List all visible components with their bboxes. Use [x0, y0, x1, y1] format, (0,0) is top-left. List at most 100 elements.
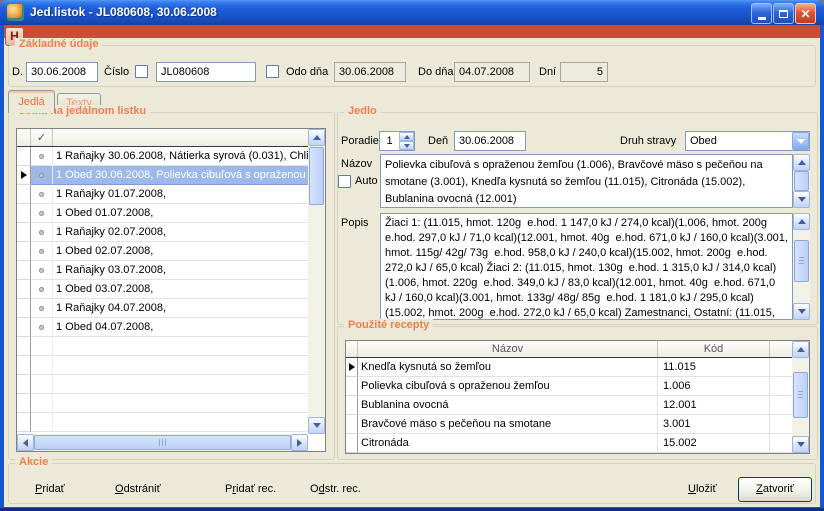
row-indicator — [346, 377, 358, 396]
list-item[interactable]: 1 Obed 04.07.2008, — [17, 318, 308, 337]
cell-nazov: Bublanina ovocná — [358, 396, 658, 415]
cislo-checkbox[interactable] — [135, 65, 148, 78]
pridat-button[interactable]: Pridať — [35, 481, 65, 497]
minimize-button[interactable] — [751, 3, 772, 24]
cislo-input[interactable] — [156, 62, 256, 82]
poradie-spinner[interactable]: 1 — [379, 131, 415, 151]
scroll-track[interactable] — [308, 146, 325, 417]
table-row[interactable]: Citronáda15.002 — [346, 434, 792, 453]
current-row-icon — [349, 363, 355, 371]
maximize-icon — [779, 10, 788, 18]
table-row[interactable]: Polievka cibuľová s opraženou žemľou1.00… — [346, 377, 792, 396]
den-input[interactable] — [454, 131, 526, 151]
spin-down-button[interactable] — [399, 141, 414, 150]
odo-dna-input — [334, 62, 406, 82]
scroll-right-button[interactable] — [291, 434, 308, 451]
row-indicator — [17, 299, 31, 318]
row-indicator — [346, 396, 358, 415]
row-text: 1 Raňajky 04.07.2008, — [53, 299, 308, 318]
odstr-rec-button[interactable]: Odstr. rec. — [310, 481, 361, 497]
table-row[interactable]: Bravčové mäso s pečeňou na smotane3.001 — [346, 415, 792, 434]
recipes-scrollbar[interactable] — [792, 341, 809, 453]
list-item[interactable]: 1 Raňajky 01.07.2008, — [17, 185, 308, 204]
list-item[interactable]: 1 Obed 01.07.2008, — [17, 204, 308, 223]
scroll-track[interactable] — [793, 230, 810, 303]
ulozit-button[interactable]: Uložiť — [688, 481, 717, 497]
list-item[interactable]: 1 Raňajky 30.06.2008, Nátierka syrová (0… — [17, 147, 308, 166]
druh-stravy-label: Druh stravy — [620, 135, 676, 147]
meals-vertical-scrollbar[interactable] — [308, 129, 325, 434]
scroll-down-button[interactable] — [793, 191, 810, 208]
title-bar: Jed.listok - JL080608, 30.06.2008 ✕ — [0, 0, 824, 25]
auto-label: Auto — [355, 175, 378, 187]
scroll-thumb[interactable] — [794, 171, 809, 191]
scroll-up-button[interactable] — [793, 213, 810, 230]
maximize-button[interactable] — [773, 3, 794, 24]
scroll-up-button[interactable] — [792, 341, 809, 358]
scroll-thumb[interactable] — [793, 372, 808, 418]
cislo-label: Číslo — [104, 66, 129, 78]
scroll-down-button[interactable] — [793, 303, 810, 320]
druh-stravy-combobox[interactable]: Obed — [685, 131, 810, 151]
row-text: 1 Raňajky 03.07.2008, — [53, 261, 308, 280]
cell-nazov: Polievka cibuľová s opraženou žemľou — [358, 377, 658, 396]
group-zakladne-udaje: Základné údaje — [8, 45, 816, 87]
recipes-header: Názov Kód — [346, 341, 809, 358]
zatvorit-button[interactable]: Zatvoriť — [738, 477, 812, 502]
spin-up-button[interactable] — [399, 132, 414, 141]
auto-checkbox[interactable] — [338, 175, 351, 188]
do-dna-input — [454, 62, 530, 82]
list-item[interactable]: 1 Raňajky 02.07.2008, — [17, 223, 308, 242]
list-item[interactable]: 1 Raňajky 04.07.2008, — [17, 299, 308, 318]
popis-scrollbar[interactable] — [793, 213, 810, 320]
nazov-scrollbar[interactable] — [793, 154, 810, 208]
pridat-rec-button[interactable]: Pridať rec. — [225, 481, 276, 497]
close-button[interactable]: ✕ — [795, 3, 816, 24]
bullet-icon — [39, 249, 44, 254]
group-caption: Akcie — [15, 456, 52, 468]
combo-dropdown-button[interactable] — [792, 132, 809, 150]
checkmark-icon: ✓ — [37, 131, 46, 144]
odo-dna-checkbox[interactable] — [266, 65, 279, 78]
list-item[interactable]: 1 Obed 02.07.2008, — [17, 242, 308, 261]
group-caption: Použité recepty — [344, 319, 433, 331]
row-indicator — [17, 413, 31, 432]
scroll-down-button[interactable] — [792, 436, 809, 453]
scroll-thumb[interactable] — [794, 240, 809, 282]
scroll-thumb[interactable] — [309, 147, 324, 205]
scroll-down-button[interactable] — [308, 417, 325, 434]
list-item[interactable]: 1 Obed 30.06.2008, Polievka cibuľová s o… — [17, 166, 308, 185]
row-indicator — [17, 204, 31, 223]
nazov-textarea[interactable]: Polievka cibuľová s opraženou žemľou (1.… — [380, 154, 793, 208]
druh-stravy-value: Obed — [690, 132, 717, 150]
scroll-up-button[interactable] — [793, 154, 810, 171]
scroll-track[interactable] — [792, 358, 809, 436]
cell-kod: 3.001 — [658, 415, 770, 434]
table-row[interactable]: Knedľa kysnutá so žemľou11.015 — [346, 358, 792, 377]
row-text: 1 Obed 03.07.2008, — [53, 280, 308, 299]
chevron-down-icon — [798, 309, 806, 314]
scroll-track[interactable] — [793, 171, 810, 191]
list-item[interactable]: 1 Obed 03.07.2008, — [17, 280, 308, 299]
scroll-left-button[interactable] — [17, 434, 34, 451]
chevron-left-icon — [23, 439, 28, 447]
row-indicator — [17, 318, 31, 337]
d-date-input[interactable] — [26, 62, 98, 82]
row-text — [53, 356, 308, 375]
popis-textarea[interactable]: Žiaci 1: (11.015, hmot. 120g e.hod. 1 14… — [380, 213, 793, 320]
chevron-right-icon — [297, 439, 302, 447]
row-bullet — [31, 394, 53, 413]
row-text: 1 Obed 04.07.2008, — [53, 318, 308, 337]
tab-jedla[interactable]: Jedlá — [8, 90, 55, 113]
chevron-down-icon — [404, 144, 410, 148]
table-row[interactable]: Bublanina ovocná12.001 — [346, 396, 792, 415]
scroll-thumb[interactable] — [34, 435, 291, 450]
odstranit-button[interactable]: Odstrániť — [115, 481, 161, 497]
close-icon: ✕ — [800, 8, 810, 20]
list-item[interactable]: 1 Raňajky 03.07.2008, — [17, 261, 308, 280]
thumb-grip — [798, 391, 803, 399]
row-bullet — [31, 166, 53, 185]
scroll-track[interactable] — [34, 434, 291, 451]
meals-horizontal-scrollbar[interactable] — [17, 434, 308, 451]
scroll-up-button[interactable] — [308, 129, 325, 146]
